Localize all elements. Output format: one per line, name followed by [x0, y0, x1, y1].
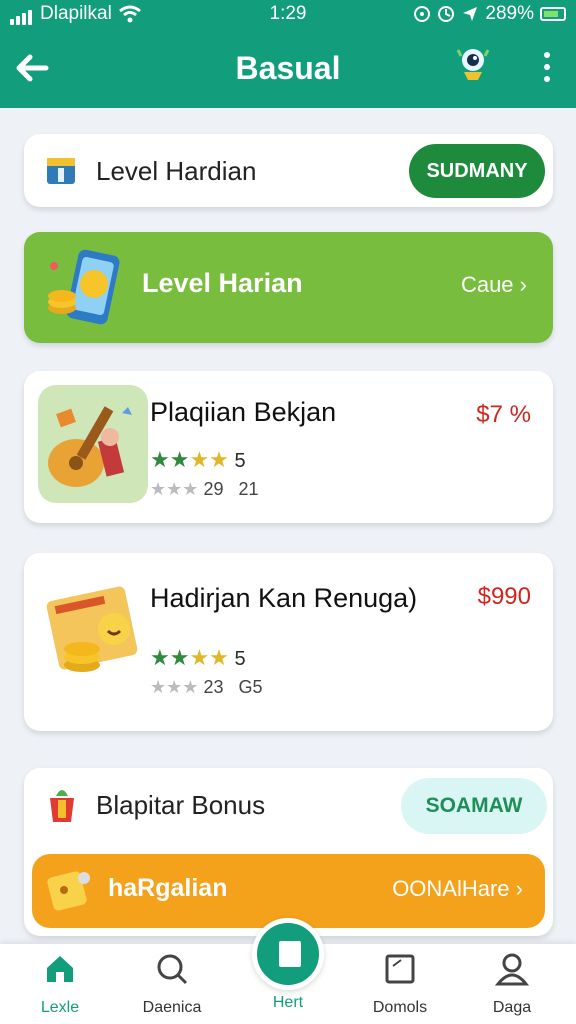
- meta-value-2: 21: [238, 479, 259, 499]
- center-action-button[interactable]: [252, 918, 324, 990]
- bonus-banner-label: haRgalian: [108, 874, 228, 902]
- rating-count: 5: [234, 648, 246, 670]
- profile-button[interactable]: [456, 46, 490, 86]
- rating-meta: ★★★ 23 G5: [150, 677, 263, 698]
- banner-action-label: Caue: [460, 272, 514, 297]
- meta-value-2: G5: [238, 677, 263, 697]
- bonus-card: Blapitar Bonus SOAMAW haRgalian OONAlHar…: [24, 768, 553, 936]
- user-icon: [494, 953, 530, 986]
- star-rating: ★★★★: [150, 447, 229, 472]
- product-price: $7 %: [476, 401, 531, 428]
- summary-button[interactable]: SUDMANY: [409, 144, 545, 198]
- rating-count: 5: [234, 450, 246, 472]
- nav-item-docs[interactable]: Domols: [360, 952, 440, 1017]
- rating-meta: ★★★ 29 21: [150, 479, 259, 500]
- alarm-icon: [414, 6, 431, 22]
- bonus-button[interactable]: SOAMAW: [401, 778, 547, 834]
- star-rating: ★★★★: [150, 645, 229, 670]
- product-price: $990: [477, 583, 531, 610]
- meta-value-1: 23: [203, 677, 224, 697]
- square-icon: [385, 954, 415, 984]
- product-name: Plaqiian Bekjan: [150, 397, 337, 427]
- top-header: Dlapilkal 1:29 289% Basual: [0, 0, 576, 108]
- star-green: ★★: [150, 645, 190, 670]
- app-bar: Basual: [0, 30, 576, 108]
- product-rating: ★★★★ 5 ★★★ 23 G5: [150, 645, 263, 698]
- more-menu-button[interactable]: [544, 52, 552, 82]
- nav-item-home[interactable]: Lexle: [20, 952, 100, 1017]
- product-card-2[interactable]: Hadirjan Kan Renuga) $990 ★★★★ 5 ★★★ 23 …: [24, 553, 553, 731]
- meta-value-1: 29: [203, 479, 224, 499]
- phone-coins-icon: [48, 249, 120, 325]
- product-thumbnail: [38, 573, 148, 691]
- banner-action[interactable]: Caue ›: [461, 272, 527, 298]
- bonus-label: Blapitar Bonus: [96, 790, 266, 820]
- guitar-toy-icon: [48, 406, 132, 487]
- banner-label: Level Harian: [142, 268, 303, 298]
- battery-icon: [540, 7, 566, 21]
- daily-level-label: Level Hardian: [96, 156, 257, 186]
- product-card-1[interactable]: Plaqiian Bekjan $7 % ★★★★ 5 ★★★ 29 21: [24, 371, 553, 523]
- nav-label: Daenica: [142, 999, 202, 1016]
- document-icon: [279, 941, 301, 967]
- nav-label: Daga: [492, 999, 532, 1016]
- product-thumbnail: [38, 385, 148, 503]
- bonus-banner-action[interactable]: OONAlHare ›: [392, 876, 523, 902]
- meta-stars: ★★★: [150, 479, 199, 499]
- robot-avatar-icon: [456, 49, 490, 80]
- product-rating: ★★★★ 5 ★★★ 29 21: [150, 447, 259, 500]
- chevron-right-icon: ›: [519, 272, 527, 297]
- sync-icon: [438, 6, 455, 22]
- nav-label: Hert: [272, 994, 304, 1011]
- nav-item-search[interactable]: Daenica: [132, 952, 212, 1017]
- bonus-banner[interactable]: haRgalian OONAlHare ›: [32, 854, 545, 928]
- star-yellow: ★★: [189, 645, 229, 670]
- status-bar: Dlapilkal 1:29 289%: [0, 0, 576, 30]
- nav-label: Lexle: [40, 999, 80, 1016]
- meta-stars: ★★★: [150, 677, 199, 697]
- battery-percentage: 289%: [485, 3, 534, 24]
- gift-pot-icon: [50, 790, 74, 822]
- ticket-icon: [47, 871, 90, 911]
- daily-level-card[interactable]: Level Hardian SUDMANY: [24, 134, 553, 207]
- level-harian-banner[interactable]: Level Harian Caue ›: [24, 232, 553, 343]
- nav-item-profile[interactable]: Daga: [472, 952, 552, 1017]
- kebab-dot: [544, 76, 550, 82]
- trophy-box-icon: [47, 158, 75, 184]
- search-icon: [157, 954, 188, 985]
- more-vertical-icon: [544, 52, 550, 58]
- product-name: Hadirjan Kan Renuga): [150, 583, 418, 613]
- bonus-banner-action-label: OONAlHare: [392, 876, 510, 901]
- status-right: 289%: [413, 3, 566, 25]
- kebab-dot: [544, 64, 550, 70]
- star-green: ★★: [150, 447, 190, 472]
- star-yellow: ★★: [189, 447, 229, 472]
- location-icon: [463, 7, 478, 21]
- home-icon: [47, 956, 73, 982]
- coin-box-icon: [46, 586, 138, 672]
- chevron-right-icon: ›: [515, 876, 523, 901]
- nav-label: Domols: [372, 999, 428, 1016]
